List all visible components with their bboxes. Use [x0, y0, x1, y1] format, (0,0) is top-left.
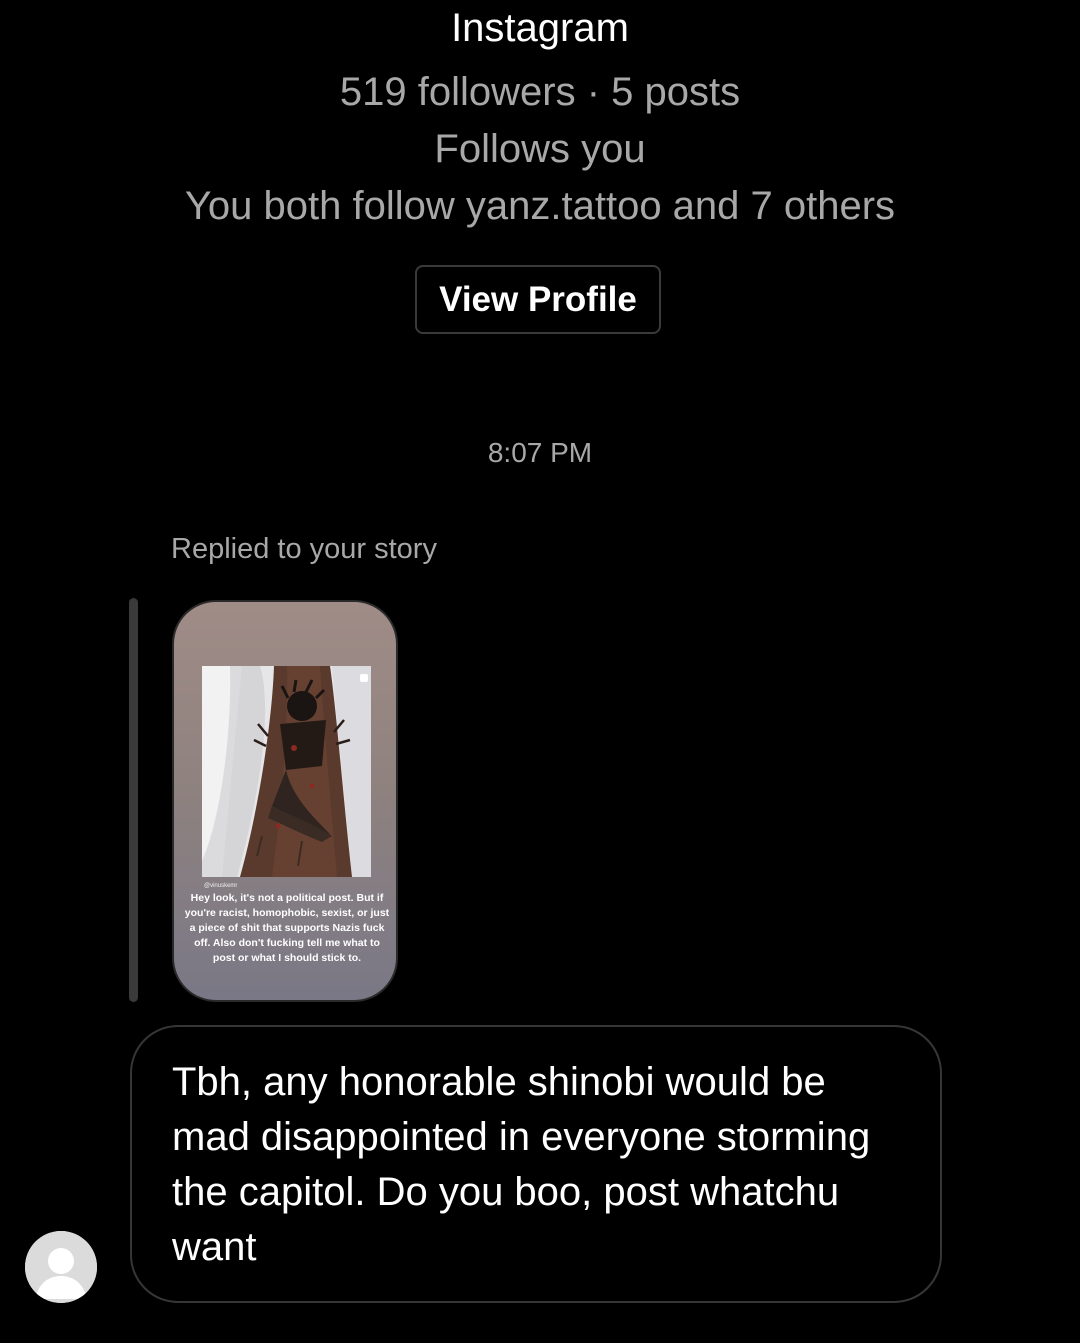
message-text: Tbh, any honorable shinobi would be mad …	[172, 1060, 871, 1269]
default-avatar-icon[interactable]	[25, 1231, 97, 1303]
story-caption: Hey look, it's not a political post. But…	[184, 892, 390, 964]
story-preview[interactable]: @vinuskemr Hey look, it's not a politica…	[172, 600, 398, 1002]
story-reply-label: Replied to your story	[171, 533, 437, 565]
story-indicator-icon	[360, 674, 368, 682]
reply-indicator-bar	[129, 598, 138, 1002]
tattoo-photo	[202, 666, 371, 877]
story-handle: @vinuskemr	[204, 883, 238, 889]
view-profile-button[interactable]: View Profile	[415, 265, 661, 334]
platform-name: Instagram	[451, 6, 629, 50]
profile-stats: 519 followers · 5 posts	[339, 70, 741, 114]
message-timestamp: 8:07 PM	[487, 437, 593, 468]
message-bubble[interactable]: Tbh, any honorable shinobi would be mad …	[130, 1025, 942, 1303]
mutual-followers: You both follow yanz.tattoo and 7 others	[184, 184, 896, 228]
follows-status: Follows you	[434, 127, 646, 171]
